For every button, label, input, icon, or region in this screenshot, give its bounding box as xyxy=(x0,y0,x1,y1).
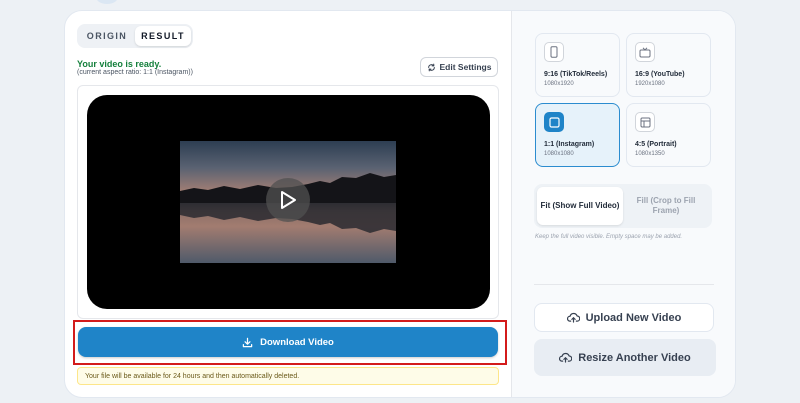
cloud-upload-icon xyxy=(566,312,580,323)
layout-icon xyxy=(635,112,655,132)
ratio-option-16-9[interactable]: 16:9 (YouTube) 1920x1080 xyxy=(626,33,711,97)
ratio-label: 1:1 (Instagram) xyxy=(544,141,595,148)
ratio-size: 1080x1350 xyxy=(635,151,665,157)
play-button[interactable] xyxy=(266,178,310,222)
ratio-label: 9:16 (TikTok/Reels) xyxy=(544,71,608,78)
fill-option-crop[interactable]: Fill (Crop to Fill Frame) xyxy=(623,187,709,225)
ratio-size: 1080x1920 xyxy=(544,81,574,87)
video-thumbnail xyxy=(180,141,396,263)
refresh-icon xyxy=(427,63,435,71)
upload-label: Upload New Video xyxy=(585,311,682,324)
cloud-upload-icon xyxy=(559,352,573,363)
video-player[interactable] xyxy=(87,95,490,309)
settings-pane: 9:16 (TikTok/Reels) 1080x1920 16:9 (YouT… xyxy=(511,11,735,397)
resize-another-video-button[interactable]: Resize Another Video xyxy=(534,339,716,376)
decorative-dot xyxy=(96,0,118,4)
tab-result[interactable]: RESULT xyxy=(135,26,191,46)
fit-hint: Keep the full video visible. Empty space… xyxy=(535,234,683,240)
tab-origin[interactable]: ORIGIN xyxy=(79,26,135,46)
edit-settings-button[interactable]: Edit Settings xyxy=(420,57,498,77)
ratio-label: 4:5 (Portrait) xyxy=(635,141,677,148)
main-card: ORIGIN RESULT Your video is ready. (curr… xyxy=(64,10,736,398)
ratio-label: 16:9 (YouTube) xyxy=(635,71,685,78)
ratio-option-4-5[interactable]: 4:5 (Portrait) 1080x1350 xyxy=(626,103,711,167)
fit-mode-toggle: Fit (Show Full Video) Fill (Crop to Fill… xyxy=(534,184,712,228)
video-preview-box xyxy=(77,85,499,319)
download-label: Download Video xyxy=(260,336,334,348)
square-icon xyxy=(544,112,564,132)
upload-new-video-button[interactable]: Upload New Video xyxy=(534,303,714,332)
ratio-size: 1920x1080 xyxy=(635,81,665,87)
edit-settings-label: Edit Settings xyxy=(439,62,492,72)
divider xyxy=(534,284,714,285)
view-tabs: ORIGIN RESULT xyxy=(77,24,193,48)
result-pane: ORIGIN RESULT Your video is ready. (curr… xyxy=(65,11,511,397)
status-subtitle: (current aspect ratio: 1:1 (Instagram)) xyxy=(77,69,193,76)
play-icon xyxy=(281,191,296,209)
expiry-notice: Your file will be available for 24 hours… xyxy=(77,367,499,385)
download-highlight: Download Video xyxy=(73,320,507,365)
phone-portrait-icon xyxy=(544,42,564,62)
ratio-option-9-16[interactable]: 9:16 (TikTok/Reels) 1080x1920 xyxy=(535,33,620,97)
tv-icon xyxy=(635,42,655,62)
ratio-size: 1080x1080 xyxy=(544,151,574,157)
download-video-button[interactable]: Download Video xyxy=(78,327,498,357)
resize-label: Resize Another Video xyxy=(578,351,691,364)
fit-option-show-full[interactable]: Fit (Show Full Video) xyxy=(537,187,623,225)
download-icon xyxy=(242,337,253,347)
status-title: Your video is ready. xyxy=(77,59,162,69)
ratio-option-1-1[interactable]: 1:1 (Instagram) 1080x1080 xyxy=(535,103,620,167)
